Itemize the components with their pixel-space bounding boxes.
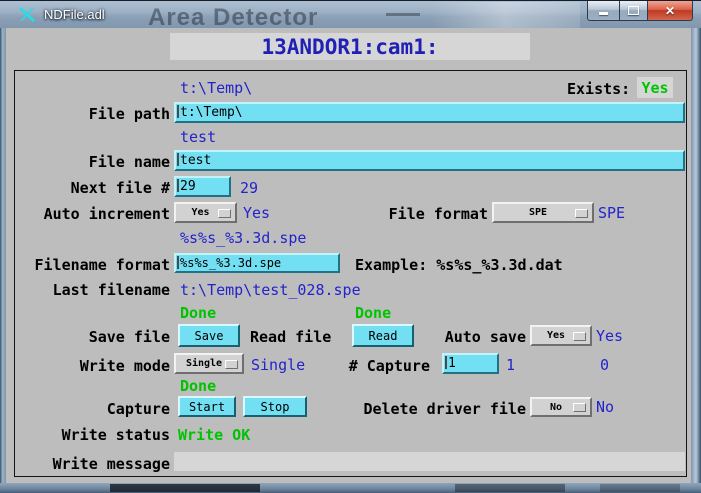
exists-label: Exists: [567,80,630,98]
capture-status: Done [180,377,216,395]
text-caret [177,105,179,118]
read-file-label: Read file [250,328,331,346]
file-format-menu[interactable]: SPE [492,202,594,223]
auto-increment-label: Auto increment [14,205,170,223]
save-status: Done [180,304,216,322]
delete-driver-readback: No [596,398,614,416]
write-message-readback [174,452,685,471]
filename-format-input[interactable]: %s%s_%3.3d.spe [174,253,340,273]
minimize-button[interactable] [587,1,620,21]
write-status-label: Write status [14,426,170,444]
filename-format-example: Example: %s%s_%3.3d.dat [355,256,563,274]
maximize-button[interactable] [619,1,648,21]
num-capture-input[interactable]: 1 [442,353,499,374]
window-frame-bottom [0,483,701,493]
window-frame-right [691,28,701,483]
write-mode-menu[interactable]: Single [174,353,244,374]
background-window-ghost-shape [386,13,420,16]
text-caret [177,256,179,269]
auto-increment-readback: Yes [243,204,270,222]
file-path-label: File path [14,105,170,123]
auto-save-readback: Yes [596,327,623,345]
pv-prefix-text: 13ANDOR1:cam1: [261,35,438,59]
last-filename-label: Last filename [14,281,170,299]
write-status-value: Write OK [178,426,250,444]
num-capture-label: # Capture [330,357,430,375]
menu-indicator-icon [573,403,586,412]
text-caret [177,179,179,192]
write-mode-label: Write mode [14,357,170,375]
num-captured-readback: 0 [600,356,609,374]
file-name-readback: test [180,128,216,146]
delete-driver-label: Delete driver file [320,400,526,418]
capture-start-button[interactable]: Start [178,396,236,417]
save-file-label: Save file [14,328,170,346]
file-path-readback: t:\Temp\ [180,79,252,97]
frame-ghost-shape [110,484,260,492]
menu-indicator-icon [218,209,231,218]
medm-app-icon [18,6,36,23]
caption-buttons: ✕ [588,1,693,21]
titlebar-glass-glow [430,2,580,28]
file-format-label: File format [360,205,488,223]
text-caret [445,356,447,369]
frame-ghost-shape [455,484,565,492]
filename-format-readback: %s%s_%3.3d.spe [180,229,306,247]
frame-ghost-shape [600,484,680,492]
exists-value: Yes [637,77,673,98]
filename-format-label: Filename format [14,256,170,274]
save-button[interactable]: Save [178,324,240,347]
window-title: NDFile.adl [44,7,105,22]
next-file-label: Next file # [14,179,170,197]
write-message-label: Write message [14,455,170,473]
last-filename-readback: t:\Temp\test_028.spe [180,281,361,299]
delete-driver-menu[interactable]: No [530,397,592,417]
capture-label: Capture [14,400,170,418]
write-mode-readback: Single [251,356,305,374]
num-capture-readback: 1 [506,356,515,374]
text-caret [177,153,179,166]
menu-indicator-icon [575,209,588,218]
auto-save-menu[interactable]: Yes [530,325,592,346]
file-name-label: File name [14,153,170,171]
close-icon: ✕ [665,4,675,18]
pv-prefix-header: 13ANDOR1:cam1: [170,33,530,60]
file-format-readback: SPE [598,204,625,222]
read-status: Done [355,304,391,322]
next-file-input[interactable]: 29 [174,176,231,197]
menu-indicator-icon [573,332,586,341]
menu-indicator-icon [225,360,238,369]
file-path-input[interactable]: t:\Temp\ [174,102,685,123]
ndfile-window: Area Detector NDFile.adl ✕ 13ANDOR1:cam1… [0,0,701,493]
minimize-icon [599,12,608,15]
auto-save-label: Auto save [420,328,526,346]
auto-increment-menu[interactable]: Yes [174,202,237,223]
close-button[interactable]: ✕ [647,1,693,21]
next-file-readback: 29 [240,179,258,197]
capture-stop-button[interactable]: Stop [243,396,307,417]
file-name-input[interactable]: test [174,150,685,171]
maximize-icon [628,6,639,15]
read-button[interactable]: Read [352,324,414,347]
title-bar[interactable]: Area Detector NDFile.adl ✕ [0,0,701,28]
